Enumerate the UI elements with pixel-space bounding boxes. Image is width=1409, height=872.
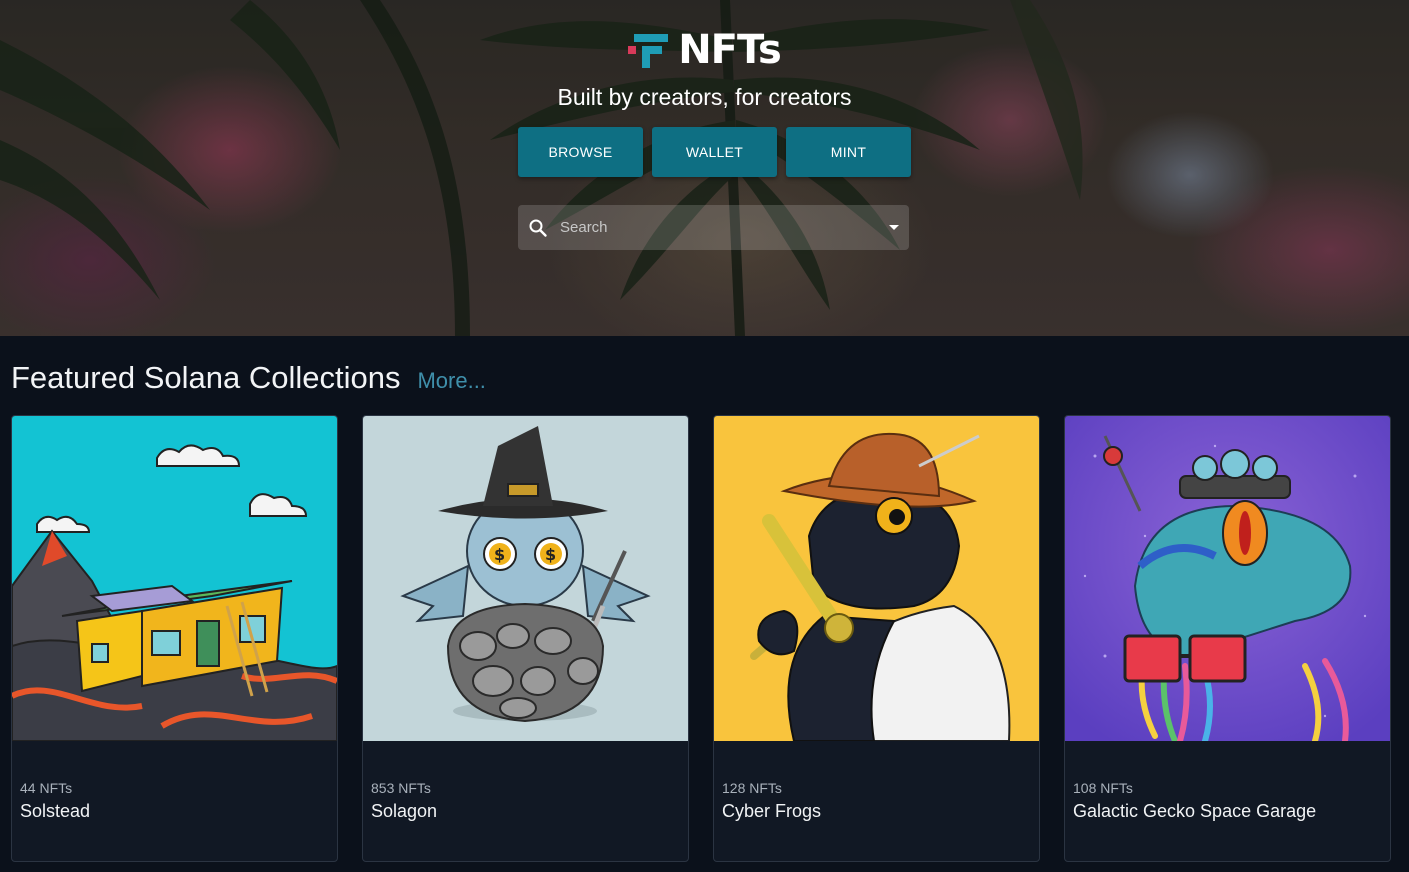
browse-button[interactable]: BROWSE	[518, 127, 643, 177]
search-bar[interactable]	[518, 205, 909, 250]
svg-text:$: $	[545, 545, 556, 564]
collection-image-solstead	[12, 416, 337, 741]
collection-grid: 44 NFTs Solstead $ $ 853 NFTs Solagon 12…	[11, 415, 1391, 862]
collection-name: Solagon	[371, 801, 438, 821]
hero-banner: NFTs Built by creators, for creators BRO…	[0, 0, 1409, 336]
search-input[interactable]	[548, 205, 879, 250]
logo-text: NFTs	[678, 27, 782, 73]
more-link[interactable]: More...	[417, 368, 485, 394]
collection-count: 44 NFTs	[20, 780, 73, 796]
collection-count: 128 NFTs	[722, 780, 782, 796]
logo-mark-icon	[628, 34, 669, 68]
collection-name: Galactic Gecko Space Garage	[1073, 801, 1317, 821]
featured-header: Featured Solana Collections More...	[11, 360, 486, 396]
primary-nav: BROWSE WALLET MINT	[518, 127, 911, 177]
collection-image-galactic-gecko	[1065, 416, 1390, 741]
collection-name: Solstead	[20, 801, 91, 821]
search-icon	[529, 219, 547, 237]
collection-card-solagon[interactable]: $ $ 853 NFTs Solagon	[362, 415, 689, 862]
collection-card-cyber-frogs[interactable]: 128 NFTs Cyber Frogs	[713, 415, 1040, 862]
collection-image-cyber-frogs	[714, 416, 1039, 741]
site-logo[interactable]: NFTs	[0, 28, 1409, 72]
collection-image-solagon: $ $	[363, 416, 688, 741]
collection-name: Cyber Frogs	[722, 801, 822, 821]
search-dropdown-toggle[interactable]	[879, 205, 909, 250]
collection-count: 108 NFTs	[1073, 780, 1133, 796]
collection-card-solstead[interactable]: 44 NFTs Solstead	[11, 415, 338, 862]
mint-button[interactable]: MINT	[786, 127, 911, 177]
hero-content: NFTs Built by creators, for creators BRO…	[0, 0, 1409, 336]
svg-text:$: $	[494, 545, 505, 564]
section-title: Featured Solana Collections	[11, 360, 401, 395]
chevron-down-icon	[889, 224, 899, 230]
collection-count: 853 NFTs	[371, 780, 431, 796]
tagline: Built by creators, for creators	[557, 84, 852, 110]
wallet-button[interactable]: WALLET	[652, 127, 777, 177]
collection-card-galactic-gecko[interactable]: 108 NFTs Galactic Gecko Space Garage	[1064, 415, 1391, 862]
